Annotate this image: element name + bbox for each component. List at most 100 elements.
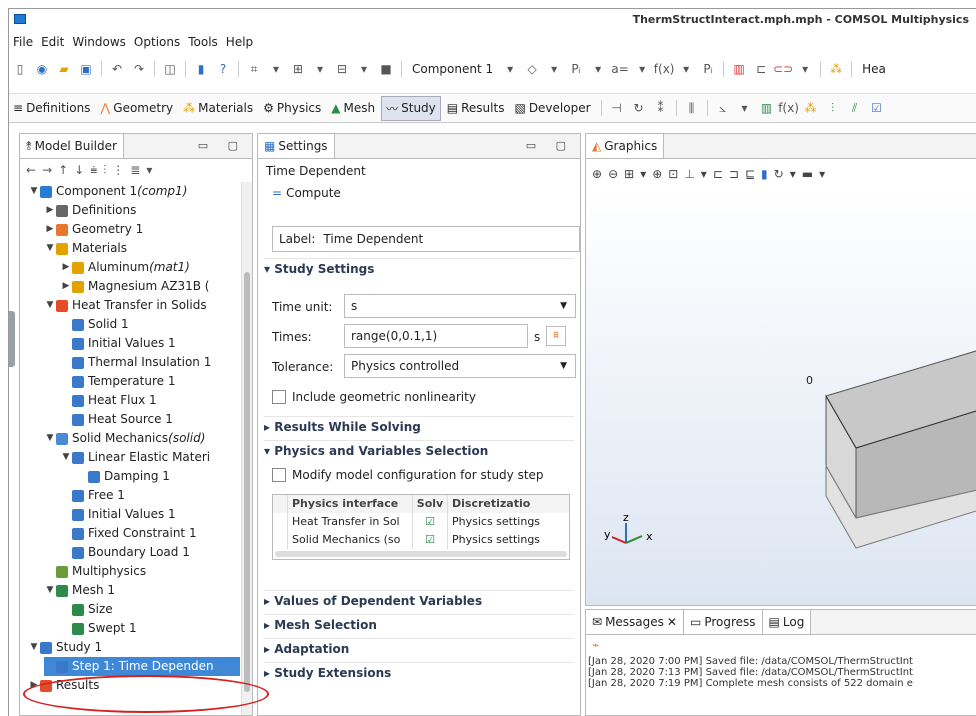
zoom-selected-icon[interactable]: ⊕ <box>652 167 662 181</box>
tolerance-select[interactable]: Physics controlled ▼ <box>344 354 576 378</box>
tree-node[interactable]: Initial Values 1 <box>60 334 176 353</box>
menu-windows[interactable]: Windows <box>68 33 130 53</box>
expand-arrow-icon[interactable]: ▼ <box>60 448 72 467</box>
collapse-arrow-icon[interactable]: ▶ <box>60 277 72 296</box>
expand-all-icon[interactable]: ⫶ <box>103 163 106 178</box>
tree-node[interactable]: Multiphysics <box>44 562 146 581</box>
back-icon[interactable]: ← <box>26 163 36 177</box>
expand-arrow-icon[interactable]: ▼ <box>44 581 56 600</box>
chevron-down-icon[interactable]: ▾ <box>738 101 752 115</box>
function-icon[interactable]: f(x) <box>778 101 799 115</box>
tree-node[interactable]: ▶ Geometry 1 <box>44 220 144 239</box>
panel-window-buttons[interactable]: ▭ ▢ <box>198 139 246 152</box>
tree-node[interactable]: Temperature 1 <box>60 372 175 391</box>
chevron-down-icon[interactable]: ▾ <box>146 163 152 177</box>
chevron-down-icon[interactable]: ▾ <box>701 167 707 181</box>
zoom-out-icon[interactable]: ⊖ <box>608 167 618 181</box>
zoom-in-icon[interactable]: ⊕ <box>592 167 602 181</box>
tab-definitions[interactable]: ≡ Definitions <box>9 98 94 118</box>
compute-icon[interactable]: ⊂⊃ <box>773 62 793 76</box>
help-icon[interactable]: ? <box>216 62 230 76</box>
rotate-icon[interactable]: ↻ <box>774 167 784 181</box>
add-material-icon[interactable]: ⁂ <box>829 62 843 76</box>
section-adaptation[interactable]: ▸ Adaptation <box>264 638 574 659</box>
tab-materials[interactable]: ⁂ Materials <box>179 98 257 118</box>
table-row[interactable]: Solid Mechanics (so ☑ Physics settings <box>273 531 569 549</box>
tab-developer[interactable]: ▧ Developer <box>510 98 594 118</box>
coupling-icon[interactable]: ⫶ <box>826 101 840 115</box>
tab-geometry[interactable]: ⋀ Geometry <box>96 98 177 118</box>
windows-icon[interactable]: ◫ <box>163 62 177 76</box>
section-values-dependent[interactable]: ▸ Values of Dependent Variables <box>264 590 574 611</box>
chevron-down-icon[interactable]: ▾ <box>798 62 812 76</box>
scene-light-icon[interactable]: ▮ <box>761 167 768 181</box>
menu-tools[interactable]: Tools <box>184 33 222 53</box>
chevron-down-icon[interactable]: ▾ <box>819 167 825 181</box>
redo-icon[interactable]: ↷ <box>132 62 146 76</box>
layout-icon[interactable]: ▮ <box>194 62 208 76</box>
forward-icon[interactable]: → <box>42 163 52 177</box>
section-study-extensions[interactable]: ▸ Study Extensions <box>264 662 574 683</box>
tree-scrollbar[interactable] <box>241 182 252 715</box>
tree-node[interactable]: ▶ Aluminum (mat1) <box>60 258 190 277</box>
undo-icon[interactable]: ↶ <box>110 62 124 76</box>
tab-log[interactable]: ▤ Log <box>762 610 812 634</box>
tree-node[interactable]: ▼ Component 1 (comp1) <box>28 182 188 201</box>
collapse-arrow-icon[interactable]: ▶ <box>44 220 56 239</box>
tab-study[interactable]: 〰 Study <box>381 95 441 121</box>
chevron-down-icon[interactable]: ▾ <box>503 62 517 76</box>
tab-graphics[interactable]: ◭ Graphics <box>586 134 665 158</box>
expand-arrow-icon[interactable]: ▼ <box>44 239 56 258</box>
tab-messages[interactable]: ✉ Messages ✕ <box>586 610 684 634</box>
geometry-tool-icon[interactable]: ◇ <box>525 62 539 76</box>
tree-node[interactable]: ▼ Materials <box>44 239 127 258</box>
build-all-icon[interactable]: ▥ <box>732 62 746 76</box>
tree-node[interactable]: ▶ Magnesium AZ31B ( <box>60 277 210 296</box>
geometric-nonlinearity-checkbox[interactable]: Include geometric nonlinearity <box>272 390 476 404</box>
expand-arrow-icon[interactable]: ▼ <box>44 429 56 448</box>
plot-icon[interactable]: ⦣ <box>716 101 730 115</box>
section-results-while-solving[interactable]: ▸ Results While Solving <box>264 416 574 437</box>
axes-icon[interactable]: ⊥ <box>684 167 694 181</box>
broom-icon[interactable]: ⌁ <box>592 638 599 652</box>
tree-node[interactable]: ▼ Mesh 1 <box>44 581 116 600</box>
close-icon[interactable]: ✕ <box>667 615 677 629</box>
variable-icon[interactable]: a= <box>611 62 628 76</box>
tab-results[interactable]: ▤ Results <box>443 98 509 118</box>
tree-node[interactable]: ▼ Solid Mechanics (solid) <box>44 429 206 448</box>
heat-physics-label[interactable]: Hea <box>862 62 886 76</box>
move-down-icon[interactable]: ↓ <box>74 163 84 177</box>
tab-settings[interactable]: ▦ Settings <box>258 134 335 158</box>
scrollbar-thumb[interactable] <box>244 272 250 692</box>
zoom-box-icon[interactable]: ⊞ <box>624 167 634 181</box>
tree-node[interactable]: Swept 1 <box>60 619 137 638</box>
component-selector[interactable]: Component 1 <box>412 62 493 76</box>
chevron-down-icon[interactable]: ▾ <box>547 62 561 76</box>
collapse-all-icon[interactable]: ⋮ <box>112 163 124 177</box>
new-file-icon[interactable]: ▯ <box>13 62 27 76</box>
menu-file[interactable]: File <box>9 33 37 53</box>
compute-button[interactable]: = Compute <box>272 186 341 200</box>
solve-check-icon[interactable]: ☑ <box>413 531 448 549</box>
expand-arrow-icon[interactable]: ▼ <box>28 638 40 657</box>
section-physics-selection[interactable]: ▾ Physics and Variables Selection <box>264 440 574 461</box>
refresh-icon[interactable]: ↻ <box>632 101 646 115</box>
multiphysics-icon[interactable]: ⫽ <box>848 101 862 115</box>
tab-model-builder[interactable]: ⥉ Model Builder <box>20 134 124 158</box>
move-up-icon[interactable]: ↑ <box>58 163 68 177</box>
chevron-down-icon[interactable]: ▾ <box>790 167 796 181</box>
chevron-down-icon[interactable]: ▾ <box>357 62 371 76</box>
tree-node[interactable]: Heat Source 1 <box>60 410 173 429</box>
show-more-icon[interactable]: ≣ <box>130 163 140 177</box>
side-panel-handle[interactable] <box>9 311 15 367</box>
tree-node[interactable]: Initial Values 1 <box>60 505 176 524</box>
view-yz-icon[interactable]: ⊐ <box>729 167 739 181</box>
check-icon[interactable]: ☑ <box>870 101 884 115</box>
modify-config-checkbox[interactable]: Modify model configuration for study ste… <box>272 468 544 482</box>
tree-node[interactable]: Step 1: Time Dependen <box>44 657 240 676</box>
tree-node[interactable]: Heat Flux 1 <box>60 391 157 410</box>
tree-node[interactable]: Size <box>60 600 113 619</box>
tree-node[interactable]: Damping 1 <box>76 467 170 486</box>
tree-node[interactable]: ▼ Heat Transfer in Solids <box>44 296 207 315</box>
geometry-view[interactable]: 0 z y x <box>586 188 976 570</box>
